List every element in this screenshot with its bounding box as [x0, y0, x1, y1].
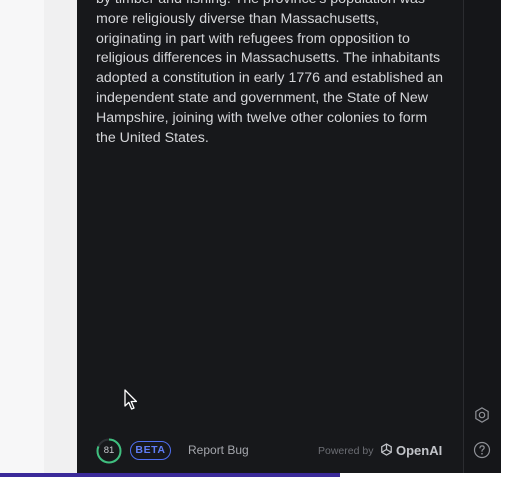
openai-brand-text: OpenAI	[396, 443, 443, 458]
gear-icon	[475, 407, 489, 423]
settings-button[interactable]	[473, 406, 491, 424]
right-sidebar	[464, 0, 501, 473]
report-bug-link[interactable]: Report Bug	[188, 443, 249, 457]
openai-logo-icon	[381, 443, 392, 456]
panel-footer: 81 BETA Report Bug Powered by OpenAI	[96, 438, 446, 466]
page-background-left	[0, 0, 44, 477]
article-text: by timber and fishing. The province's po…	[96, 0, 444, 146]
help-button[interactable]	[473, 441, 491, 459]
page-background-mid	[44, 0, 78, 477]
beta-badge: BETA	[130, 441, 171, 460]
score-indicator: 81	[96, 438, 122, 464]
powered-by-label: Powered by	[318, 445, 374, 457]
progress-bar	[0, 473, 340, 477]
score-value: 81	[103, 445, 115, 456]
question-circle-icon	[473, 441, 491, 459]
assistant-panel: by timber and fishing. The province's po…	[77, 0, 501, 473]
mouse-pointer-icon	[124, 389, 138, 410]
